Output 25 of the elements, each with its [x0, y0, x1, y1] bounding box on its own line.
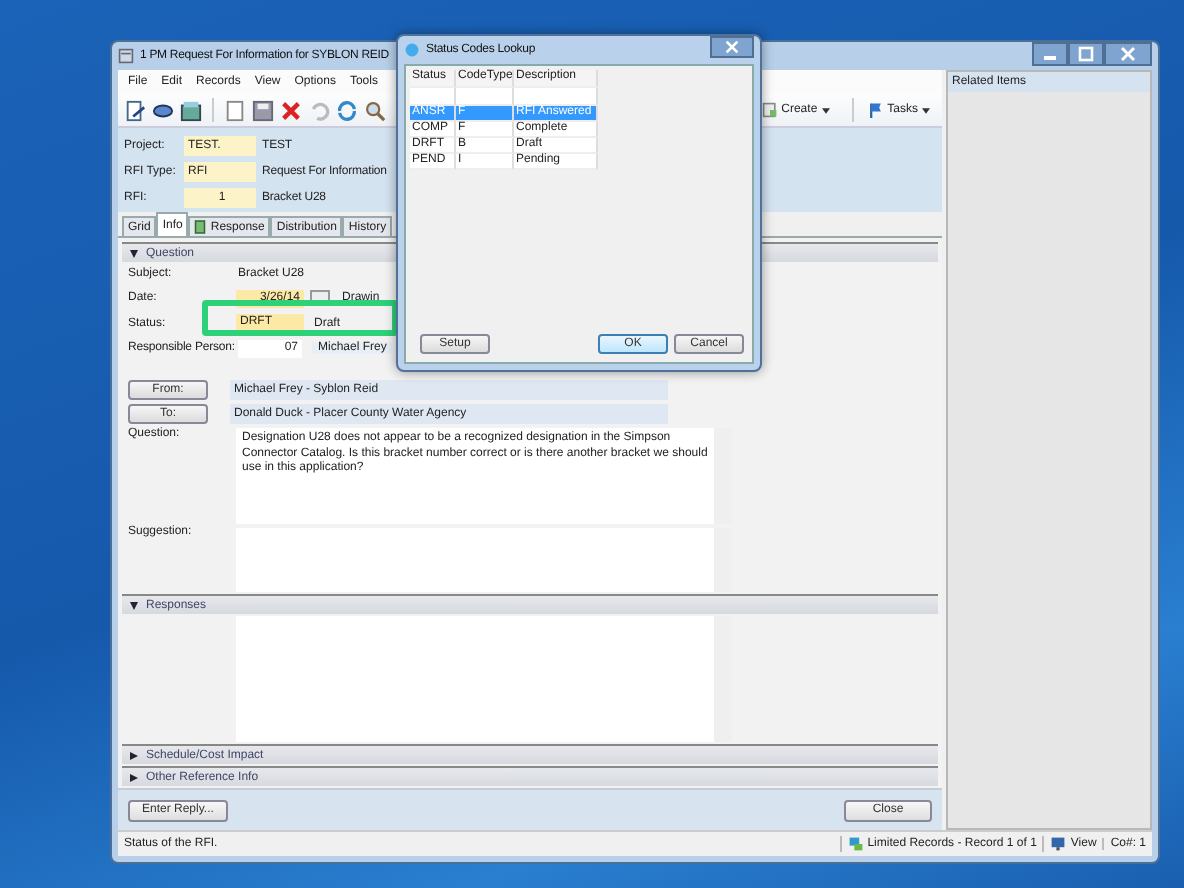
flag-icon — [867, 102, 884, 118]
close-icon[interactable] — [1104, 42, 1152, 66]
maximize-icon[interactable] — [1068, 42, 1104, 66]
filter-field[interactable] — [410, 88, 456, 106]
monitor-icon — [1050, 836, 1067, 852]
delete-icon[interactable] — [280, 99, 302, 121]
page-icon[interactable] — [224, 99, 246, 121]
filter-field[interactable] — [514, 88, 598, 106]
caret-icon — [922, 107, 930, 113]
network-icon — [847, 836, 864, 852]
document-icon[interactable] — [124, 99, 146, 121]
refresh-icon[interactable] — [336, 99, 358, 121]
search-icon[interactable] — [364, 99, 386, 121]
app-icon — [404, 42, 420, 58]
document-icon — [761, 102, 778, 118]
stack-icon[interactable] — [180, 99, 202, 121]
minimize-icon[interactable] — [1032, 42, 1068, 66]
document-icon — [194, 220, 207, 234]
expand-arrow-icon[interactable] — [130, 601, 138, 609]
app-icon — [118, 48, 134, 64]
close-icon[interactable] — [710, 36, 754, 58]
save-icon[interactable] — [252, 99, 274, 121]
caret-icon — [821, 107, 830, 113]
expand-arrow-icon[interactable] — [130, 249, 138, 257]
filter-field[interactable] — [456, 88, 514, 106]
